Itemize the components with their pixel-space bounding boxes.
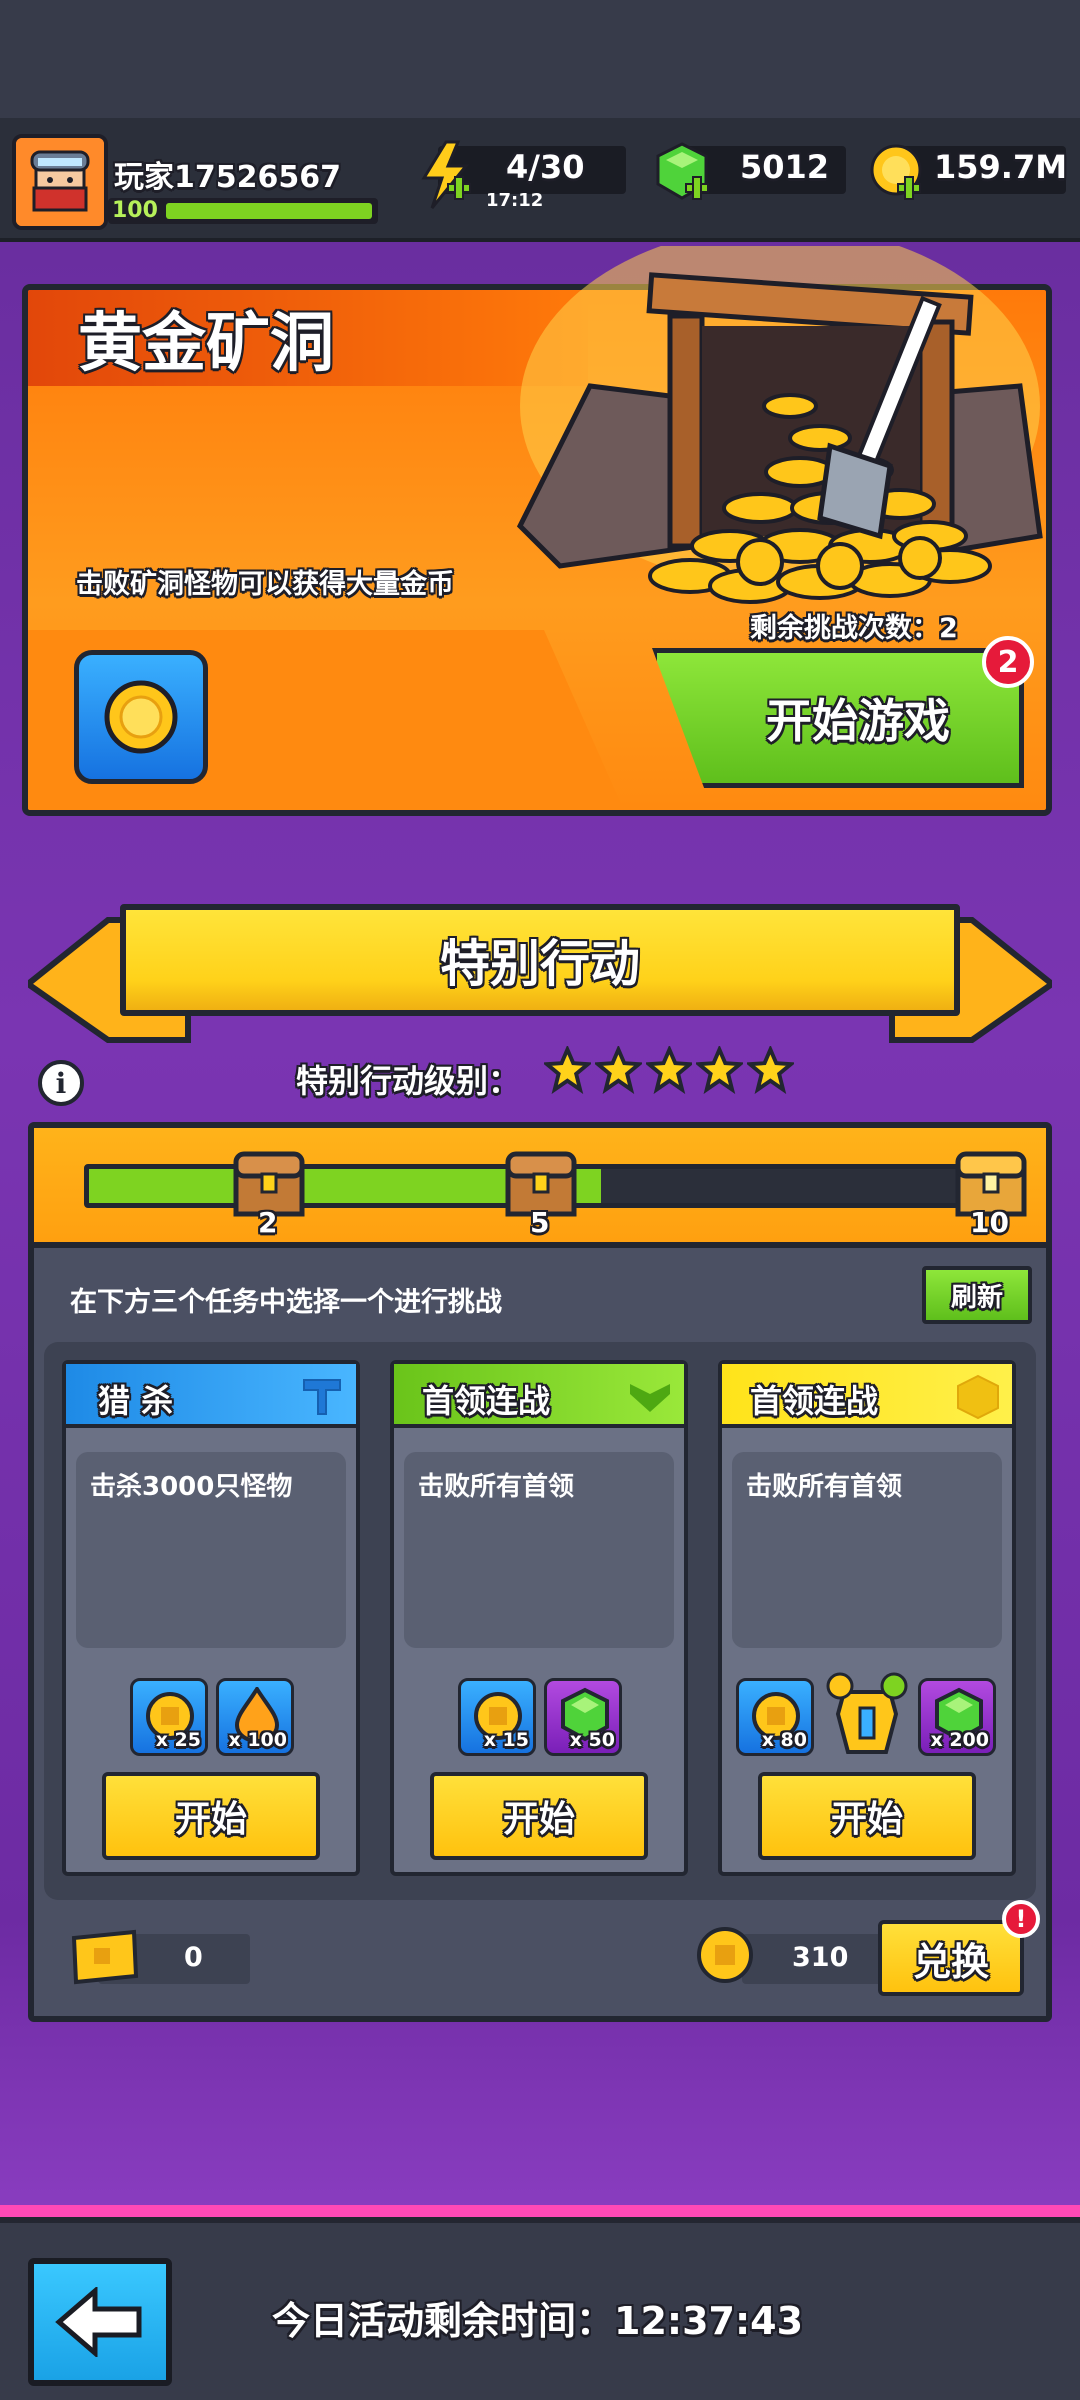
mission-card-boss-rush-yellow[interactable]: 首领连战 击败所有首领 x 80 x 200 开始 (718, 1360, 1016, 1876)
exchange-button[interactable]: 兑换 (878, 1920, 1024, 1996)
mission-title: 首领连战 (750, 1382, 879, 1420)
status-bar (0, 0, 1080, 118)
gems-value: 5012 (740, 148, 830, 186)
mission-desc: 击败所有首领 (746, 1472, 903, 1502)
reward-qty: x 200 (930, 1729, 989, 1751)
token-icon (697, 1927, 753, 1983)
special-ops-level-label: 特别行动级别： (296, 1062, 521, 1100)
reward-gem[interactable]: x 200 (918, 1678, 996, 1756)
mission-start-button[interactable]: 开始 (102, 1772, 320, 1860)
mission-card-hunt[interactable]: 猎 杀 击杀3000只怪物 x 25 x 100 开始 (62, 1360, 360, 1876)
back-arrow-icon (55, 2287, 142, 2357)
refresh-button[interactable]: 刷新 (922, 1266, 1032, 1324)
xp-bar-fill (166, 203, 372, 219)
reward-qty: x 100 (228, 1729, 287, 1751)
coin-icon (104, 680, 178, 754)
token-count: 310 (792, 1942, 849, 1973)
energy-timer: 17:12 (486, 190, 544, 211)
player-level: 100 (112, 198, 158, 223)
reward-qty: x 25 (155, 1729, 201, 1751)
ticket-icon (71, 1929, 139, 1985)
star-icon (544, 1046, 591, 1094)
mission-card-boss-rush-green[interactable]: 首领连战 击败所有首领 x 15 x 50 开始 (390, 1360, 688, 1876)
mission-type-icon (957, 1374, 999, 1420)
gold-mine-description: 击败矿洞怪物可以获得大量金币 (76, 569, 454, 600)
energy-value: 4/30 (506, 148, 585, 186)
start-game-button[interactable]: 开始游戏 (652, 648, 1024, 788)
reward-qty: x 15 (483, 1729, 529, 1751)
avatar-icon (16, 138, 104, 226)
gold-mine-reward-icon[interactable] (74, 650, 208, 784)
gold-mine-illustration (516, 246, 1043, 604)
start-game-label: 开始游戏 (766, 694, 950, 748)
player-avatar[interactable] (12, 134, 108, 230)
top-bar: 玩家17526567 100 4/30 17:12 5012 159.7M (0, 118, 1080, 242)
mission-start-button[interactable]: 开始 (430, 1772, 648, 1860)
reward-qty: x 50 (569, 1729, 615, 1751)
star-icon (696, 1046, 744, 1094)
reward-gem[interactable]: x 50 (544, 1678, 622, 1756)
level-stars (544, 1046, 794, 1102)
gem-icon (656, 142, 709, 200)
star-icon (747, 1046, 794, 1094)
reward-qty: x 80 (761, 1729, 807, 1751)
start-game-badge: 2 (982, 636, 1034, 688)
special-ops-title: 特别行动 (440, 935, 640, 993)
gold-mine-title: 黄金矿洞 (78, 307, 334, 381)
mission-start-label: 开始 (502, 1799, 575, 1840)
mission-type-icon (303, 1379, 341, 1415)
mission-type-icon (630, 1384, 670, 1412)
event-timer: 今日活动剩余时间：12:37:43 (272, 2299, 804, 2343)
mission-start-label: 开始 (174, 1799, 247, 1840)
milestone-label-2: 5 (530, 1206, 550, 1239)
milestone-label-1: 2 (258, 1206, 278, 1239)
reward-coin-chest[interactable]: x 25 (130, 1678, 208, 1756)
mission-desc: 击败所有首领 (418, 1472, 575, 1502)
mission-start-button[interactable]: 开始 (758, 1772, 976, 1860)
remaining-attempts: 剩余挑战次数：2 (750, 613, 958, 644)
player-name: 玩家17526567 (114, 160, 341, 195)
reward-coin-chest[interactable]: x 15 (458, 1678, 536, 1756)
ticket-count: 0 (184, 1942, 203, 1973)
reward-coin-chest[interactable]: x 80 (736, 1678, 814, 1756)
mission-title: 猎 杀 (98, 1382, 174, 1420)
exchange-alert-icon: ! (1002, 1900, 1040, 1938)
armor-shield-icon (826, 1672, 908, 1754)
star-icon (645, 1046, 693, 1094)
mission-title: 首领连战 (422, 1382, 551, 1420)
mission-desc: 击杀3000只怪物 (90, 1472, 293, 1502)
coin-icon (870, 144, 922, 200)
event-bottom-strip (0, 2205, 1080, 2217)
info-icon[interactable]: i (38, 1060, 84, 1106)
back-button[interactable] (28, 2258, 172, 2386)
star-icon (594, 1046, 642, 1094)
milestone-label-3: 10 (970, 1206, 1009, 1239)
exchange-label: 兑换 (912, 1939, 989, 1984)
mission-instruction: 在下方三个任务中选择一个进行挑战 (70, 1287, 502, 1318)
reward-armor[interactable] (826, 1670, 908, 1760)
reward-flame-drop[interactable]: x 100 (216, 1678, 294, 1756)
lightning-icon (421, 140, 471, 209)
mission-start-label: 开始 (830, 1799, 903, 1840)
special-ops-banner: 特别行动 (120, 904, 960, 1016)
coins-value: 159.7M (934, 148, 1068, 186)
